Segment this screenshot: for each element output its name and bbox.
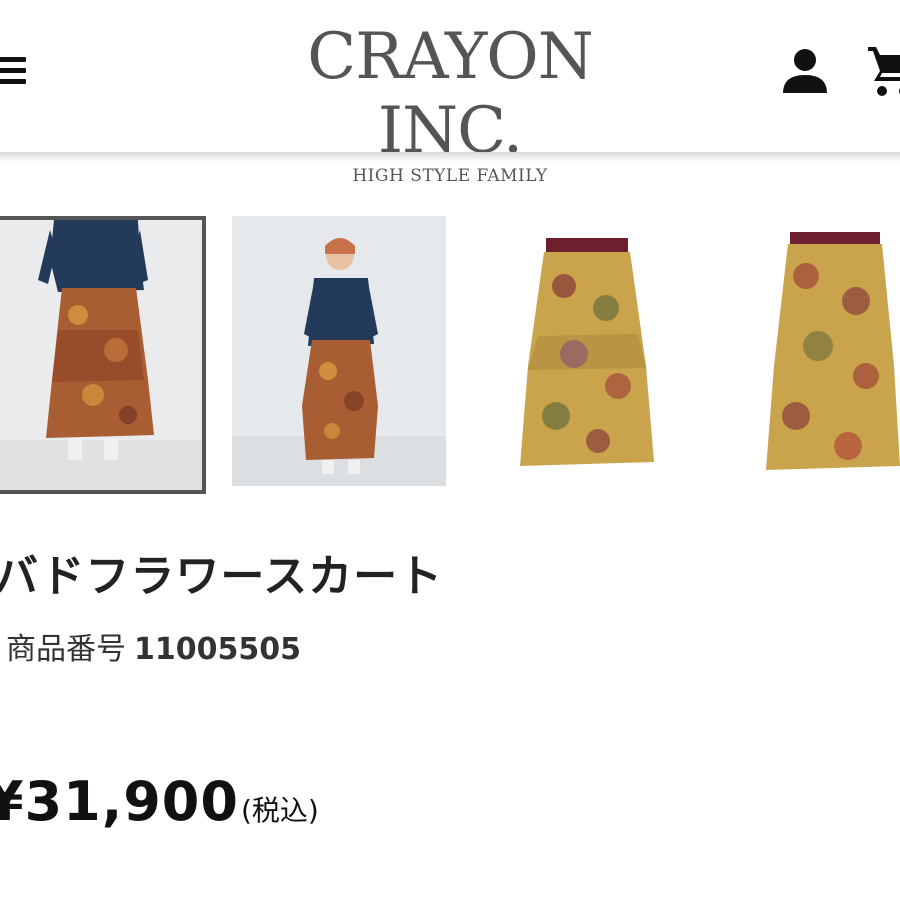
shopping-cart-icon[interactable] [866,43,900,99]
logo-tagline: HIGH STYLE FAMILY [352,166,548,186]
product-price: ¥31,900(税込) [0,770,319,833]
gallery-thumb-2[interactable] [232,216,446,486]
skirt-front-photo [478,216,692,486]
header-divider [0,152,900,162]
skirt-back-photo [726,216,900,486]
gallery-thumb-1[interactable] [0,216,206,494]
gallery-thumb-3[interactable] [478,216,692,486]
user-account-icon[interactable] [780,45,830,95]
model-front-photo [0,220,202,490]
tax-note: (税込) [240,794,319,827]
price-amount: ¥31,900 [0,770,239,833]
logo-main-text: CRAYON INC. [307,20,594,168]
product-title: バドフラワースカート [0,551,444,602]
site-header: CRAYON INC. HIGH STYLE FAMILY [0,0,900,186]
hamburger-menu-icon[interactable] [0,51,26,89]
product-number-label: 商品番号 [6,632,126,667]
product-number: 商品番号 11005505 [6,624,301,668]
site-logo[interactable]: CRAYON INC. HIGH STYLE FAMILY [240,20,660,186]
gallery-thumb-4[interactable] [726,216,900,486]
model-full-photo [232,216,446,486]
product-number-value: 11005505 [134,632,301,667]
